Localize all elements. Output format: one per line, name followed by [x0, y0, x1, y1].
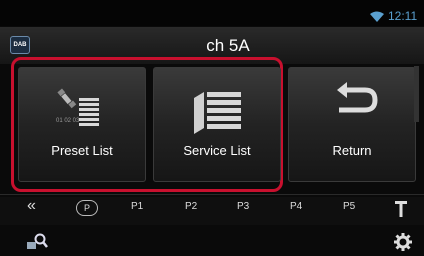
channel-title: ch 5A	[206, 36, 250, 55]
preset-list-button[interactable]: 01 02 03 Preset List	[18, 67, 146, 182]
return-label: Return	[332, 143, 372, 158]
preset-p-button[interactable]: P	[76, 200, 98, 216]
preset-button-5[interactable]: P5	[343, 201, 355, 212]
service-list-icon	[194, 92, 241, 134]
preset-button-4[interactable]: P4	[290, 201, 302, 212]
return-button[interactable]: Return	[288, 67, 416, 182]
title-bar: DAB ch 5A	[0, 27, 424, 64]
divider	[0, 194, 424, 195]
svg-text:01 02 03: 01 02 03	[56, 118, 80, 124]
bottom-bar	[0, 228, 424, 256]
status-bar: 12:11	[0, 0, 424, 26]
clock: 12:11	[388, 9, 418, 23]
service-list-label: Service List	[183, 143, 251, 158]
service-list-button[interactable]: Service List	[153, 67, 281, 182]
preset-button-1[interactable]: P1	[131, 201, 143, 212]
wifi-icon	[370, 11, 384, 22]
antenna-icon[interactable]	[394, 199, 408, 219]
return-arrow-icon	[337, 82, 378, 113]
preset-button-2[interactable]: P2	[185, 201, 197, 212]
preset-back-button[interactable]: «	[27, 197, 36, 215]
search-icon[interactable]	[27, 232, 49, 250]
scrollbar[interactable]	[414, 66, 419, 122]
preset-list-icon: 01 02 03	[56, 88, 99, 126]
preset-button-3[interactable]: P3	[237, 201, 249, 212]
settings-gear-icon[interactable]	[394, 233, 412, 251]
preset-list-label: Preset List	[51, 143, 113, 158]
preset-bar: « P P1 P2 P3 P4 P5	[0, 197, 424, 225]
